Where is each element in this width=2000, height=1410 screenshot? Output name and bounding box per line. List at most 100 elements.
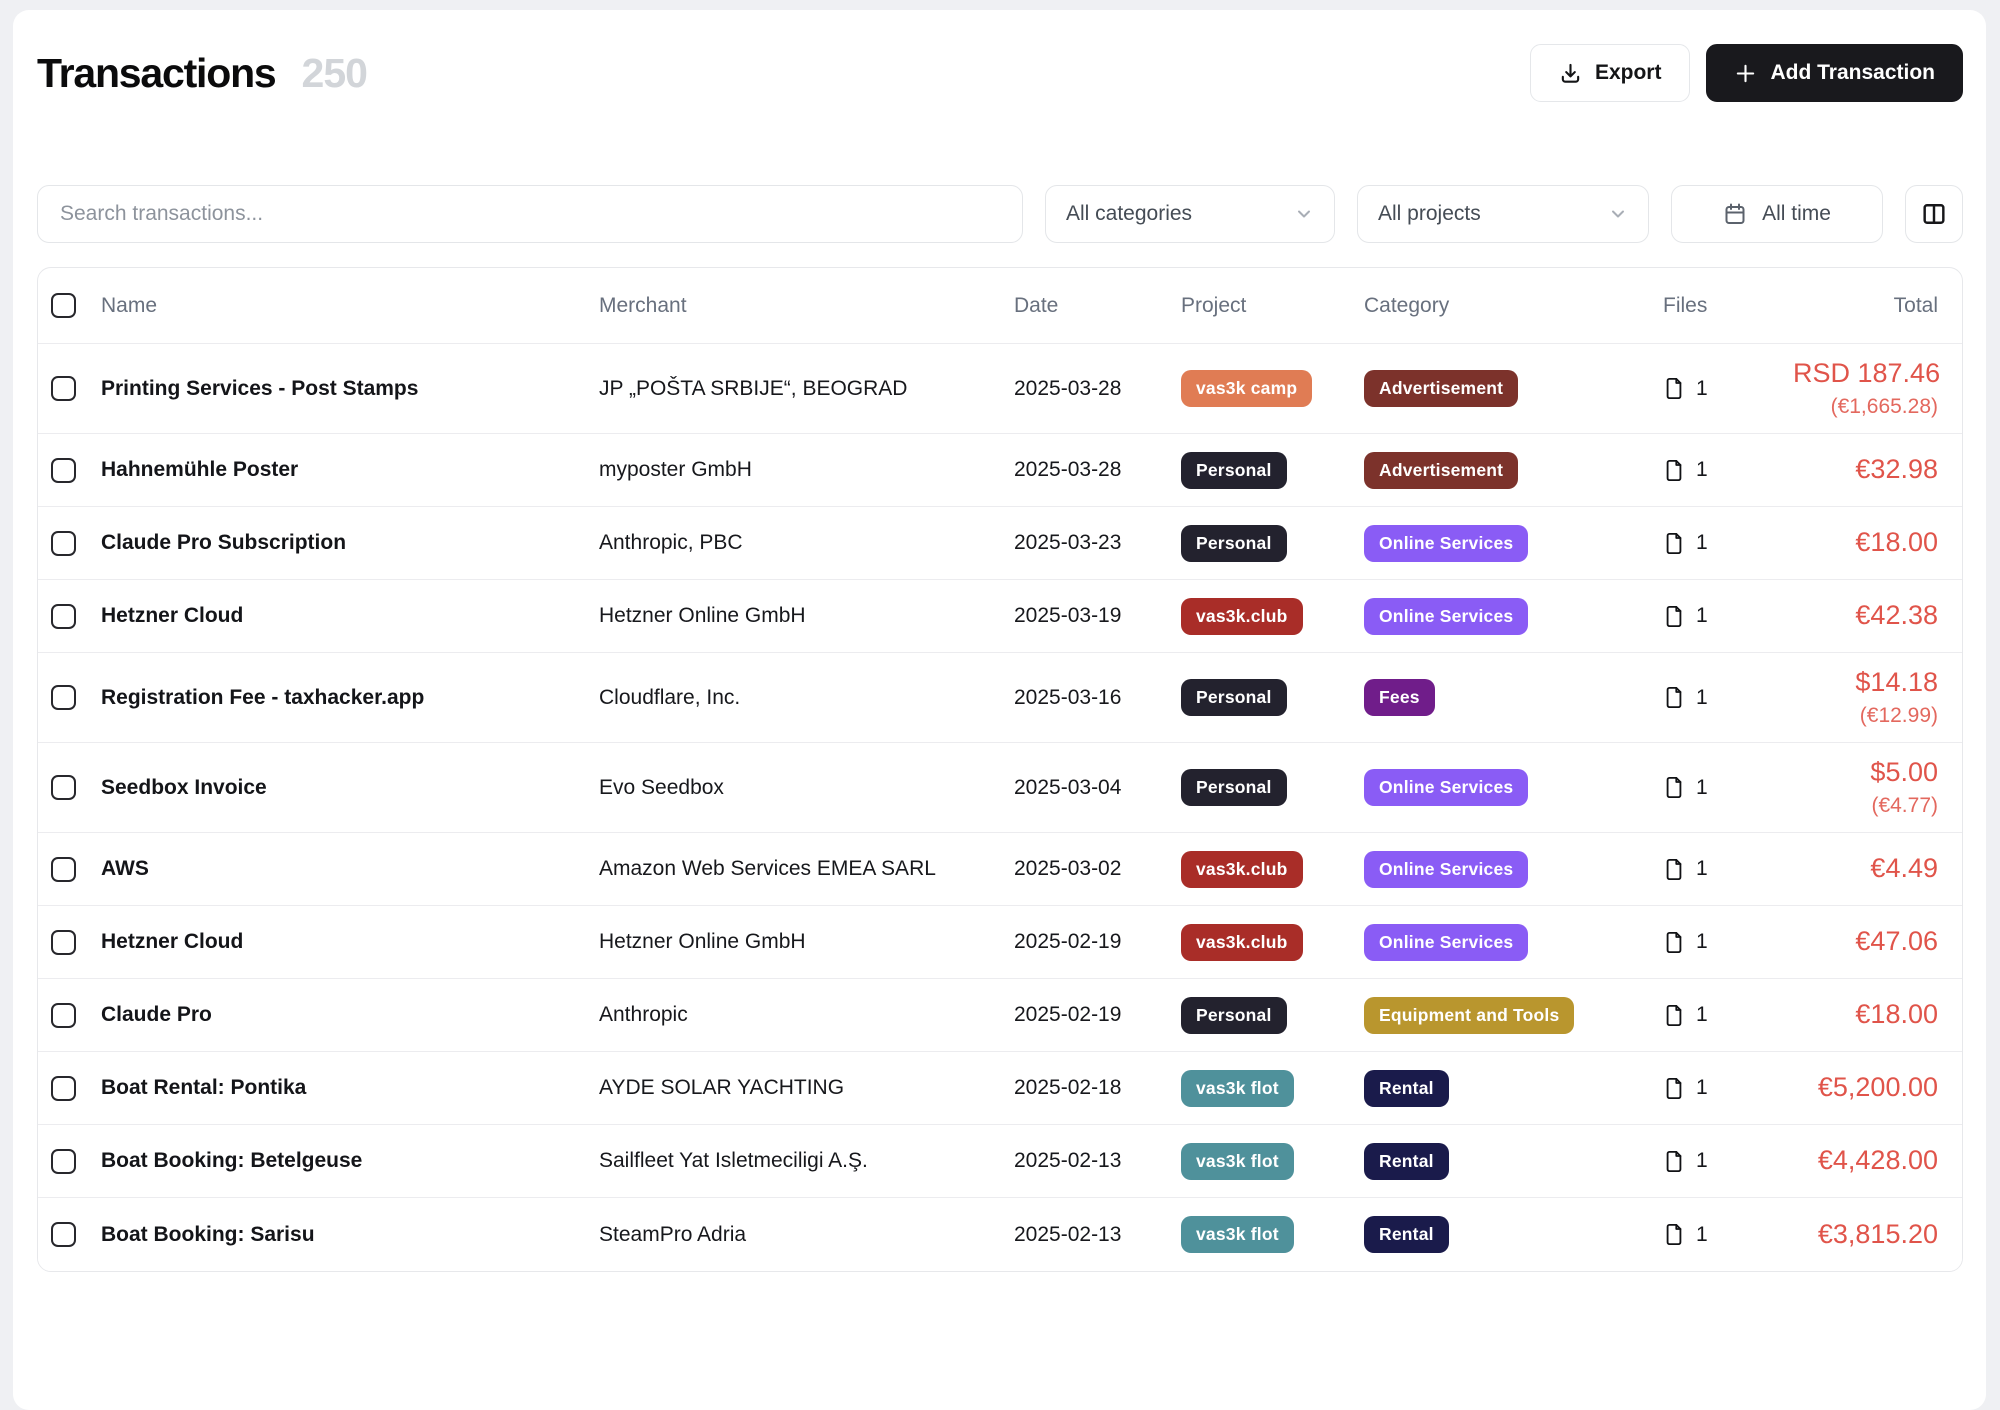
files-count: 1 xyxy=(1696,531,1708,555)
transaction-date: 2025-03-04 xyxy=(1014,776,1181,800)
row-checkbox[interactable] xyxy=(51,685,76,710)
table-row[interactable]: Hetzner CloudHetzner Online GmbH2025-02-… xyxy=(38,906,1962,979)
category-badge: Fees xyxy=(1364,679,1435,716)
select-all-checkbox[interactable] xyxy=(51,293,76,318)
column-header-date[interactable]: Date xyxy=(1014,294,1181,318)
transaction-total: €32.98 xyxy=(1793,453,1962,487)
transaction-merchant: JP „POŠTA SRBIJE“, BEOGRAD xyxy=(599,377,1014,401)
transaction-date: 2025-03-02 xyxy=(1014,857,1181,881)
category-badge: Online Services xyxy=(1364,851,1528,888)
table-header-row: Name Merchant Date Project Category File… xyxy=(38,268,1962,344)
row-checkbox[interactable] xyxy=(51,1003,76,1028)
transaction-total: $5.00(€4.77) xyxy=(1793,756,1962,819)
transaction-files: 1 xyxy=(1663,458,1793,483)
file-icon xyxy=(1663,1149,1685,1174)
column-header-name[interactable]: Name xyxy=(101,294,599,318)
category-badge: Equipment and Tools xyxy=(1364,997,1574,1034)
toggle-columns-button[interactable] xyxy=(1905,185,1963,243)
row-checkbox[interactable] xyxy=(51,1076,76,1101)
transaction-merchant: Hetzner Online GmbH xyxy=(599,930,1014,954)
files-count: 1 xyxy=(1696,1223,1708,1247)
transaction-name: Hetzner Cloud xyxy=(101,604,599,628)
project-badge: Personal xyxy=(1181,679,1287,716)
row-checkbox[interactable] xyxy=(51,376,76,401)
total-amount: €5,200.00 xyxy=(1793,1071,1938,1105)
table-row[interactable]: Registration Fee - taxhacker.appCloudfla… xyxy=(38,653,1962,743)
transaction-total: €3,815.20 xyxy=(1793,1218,1962,1252)
row-checkbox[interactable] xyxy=(51,775,76,800)
category-badge: Rental xyxy=(1364,1143,1449,1180)
column-header-merchant[interactable]: Merchant xyxy=(599,294,1014,318)
row-checkbox[interactable] xyxy=(51,604,76,629)
row-checkbox[interactable] xyxy=(51,930,76,955)
transactions-page: Transactions 250 Export Add Transaction … xyxy=(13,10,1986,1410)
transaction-files: 1 xyxy=(1663,1222,1793,1247)
transaction-date: 2025-02-13 xyxy=(1014,1223,1181,1247)
project-badge: vas3k flot xyxy=(1181,1216,1294,1253)
add-transaction-button[interactable]: Add Transaction xyxy=(1706,44,1963,102)
transaction-name: Seedbox Invoice xyxy=(101,776,599,800)
total-converted-amount: (€1,665.28) xyxy=(1793,394,1938,420)
chevron-down-icon xyxy=(1608,204,1628,224)
column-header-category[interactable]: Category xyxy=(1364,294,1663,318)
transaction-total: $14.18 (€12.99) xyxy=(1793,666,1962,729)
transaction-name: AWS xyxy=(101,857,599,881)
transaction-files: 1 xyxy=(1663,1149,1793,1174)
page-header: Transactions 250 Export Add Transaction xyxy=(37,40,1963,106)
column-header-project[interactable]: Project xyxy=(1181,294,1364,318)
row-checkbox[interactable] xyxy=(51,1149,76,1174)
total-amount: €47.06 xyxy=(1793,925,1938,959)
transaction-total: €4,428.00 xyxy=(1793,1144,1962,1178)
project-badge: Personal xyxy=(1181,997,1287,1034)
file-icon xyxy=(1663,1076,1685,1101)
add-transaction-button-label: Add Transaction xyxy=(1770,61,1935,85)
transactions-table-body: Printing Services - Post StampsJP „POŠTA… xyxy=(38,344,1962,1271)
total-amount: $14.18 xyxy=(1793,666,1938,700)
total-amount: €18.00 xyxy=(1793,998,1938,1032)
total-converted-amount: (€12.99) xyxy=(1793,703,1938,729)
file-icon xyxy=(1663,376,1685,401)
transaction-files: 1 xyxy=(1663,685,1793,710)
table-row[interactable]: Boat Rental: PontikaAYDE SOLAR YACHTING2… xyxy=(38,1052,1962,1125)
transaction-files: 1 xyxy=(1663,930,1793,955)
file-icon xyxy=(1663,857,1685,882)
files-count: 1 xyxy=(1696,776,1708,800)
transaction-date: 2025-02-18 xyxy=(1014,1076,1181,1100)
table-row[interactable]: Seedbox InvoiceEvo Seedbox2025-03-04Pers… xyxy=(38,743,1962,833)
total-amount: €18.00 xyxy=(1793,526,1938,560)
row-checkbox[interactable] xyxy=(51,458,76,483)
projects-filter-select[interactable]: All projects xyxy=(1357,185,1649,243)
files-count: 1 xyxy=(1696,686,1708,710)
file-icon xyxy=(1663,685,1685,710)
transaction-name: Registration Fee - taxhacker.app xyxy=(101,686,599,710)
categories-filter-select[interactable]: All categories xyxy=(1045,185,1335,243)
transaction-merchant: Amazon Web Services EMEA SARL xyxy=(599,857,1014,881)
export-button[interactable]: Export xyxy=(1530,44,1691,102)
table-row[interactable]: Boat Booking: BetelgeuseSailfleet Yat Is… xyxy=(38,1125,1962,1198)
files-count: 1 xyxy=(1696,604,1708,628)
column-header-total[interactable]: Total xyxy=(1793,294,1962,318)
project-badge: vas3k.club xyxy=(1181,598,1303,635)
export-button-label: Export xyxy=(1595,61,1662,85)
table-row[interactable]: Claude ProAnthropic2025-02-19PersonalEqu… xyxy=(38,979,1962,1052)
category-badge: Online Services xyxy=(1364,598,1528,635)
date-range-filter-button[interactable]: All time xyxy=(1671,185,1883,243)
table-row[interactable]: Hahnemühle Postermyposter GmbH2025-03-28… xyxy=(38,434,1962,507)
project-badge: vas3k flot xyxy=(1181,1070,1294,1107)
column-header-files[interactable]: Files xyxy=(1663,294,1793,318)
table-row[interactable]: AWSAmazon Web Services EMEA SARL2025-03-… xyxy=(38,833,1962,906)
transaction-merchant: SteamPro Adria xyxy=(599,1223,1014,1247)
table-row[interactable]: Hetzner CloudHetzner Online GmbH2025-03-… xyxy=(38,580,1962,653)
table-row[interactable]: Printing Services - Post StampsJP „POŠTA… xyxy=(38,344,1962,434)
table-row[interactable]: Claude Pro SubscriptionAnthropic, PBC202… xyxy=(38,507,1962,580)
transactions-count: 250 xyxy=(302,50,367,97)
row-checkbox[interactable] xyxy=(51,857,76,882)
row-checkbox[interactable] xyxy=(51,1222,76,1247)
calendar-icon xyxy=(1723,202,1747,226)
category-badge: Advertisement xyxy=(1364,452,1518,489)
file-icon xyxy=(1663,458,1685,483)
transaction-files: 1 xyxy=(1663,604,1793,629)
search-input[interactable] xyxy=(37,185,1023,243)
table-row[interactable]: Boat Booking: SarisuSteamPro Adria2025-0… xyxy=(38,1198,1962,1271)
row-checkbox[interactable] xyxy=(51,531,76,556)
